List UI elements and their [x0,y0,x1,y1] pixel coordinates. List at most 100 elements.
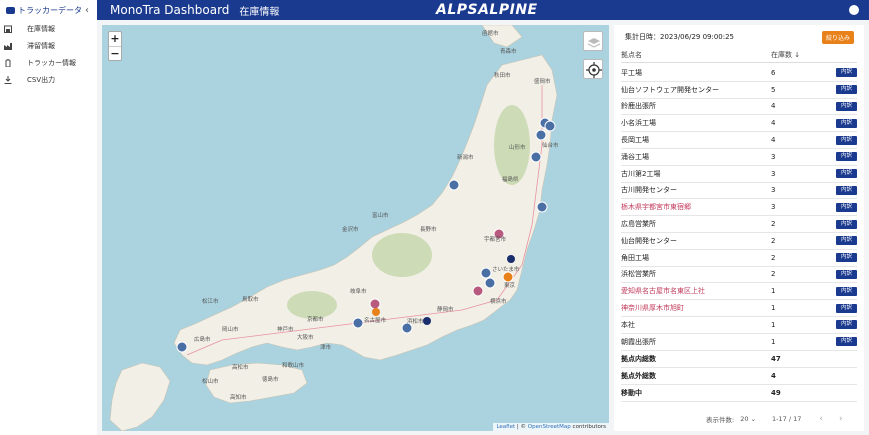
sidebar-header-label: トラッカーデータ [18,5,82,15]
map-marker[interactable] [352,317,364,329]
leaflet-link[interactable]: Leaflet [496,424,515,430]
attribution-separator: | © [515,424,528,430]
table-row: 浜松営業所 2 内訳 [621,267,857,284]
sidebar-item-inventory[interactable]: 在庫情報 [0,20,97,37]
column-header-name[interactable]: 拠点名 [621,50,771,60]
location-name: 仙台開発センター [621,236,677,245]
sidebar-item-tracker[interactable]: トラッカー情報 [0,54,97,71]
detail-button[interactable]: 内訳 [836,85,857,95]
detail-button[interactable]: 内訳 [836,219,857,229]
map-marker[interactable] [535,129,547,141]
table-row: 広島営業所 2 内訳 [621,216,857,233]
location-name: 朝霞出張所 [621,337,656,346]
map-label: 岡山市 [222,327,239,333]
map-label: 松山市 [202,379,219,385]
summary-value: 49 [771,388,781,397]
detail-button[interactable]: 内訳 [836,303,857,313]
map-label: 高松市 [232,365,249,371]
summary-label: 拠点内総数 [621,354,656,363]
locate-button[interactable] [583,59,603,79]
map-marker[interactable] [530,151,542,163]
detail-button[interactable]: 内訳 [836,101,857,111]
map-marker[interactable] [369,298,381,310]
factory-icon [4,42,12,50]
detail-button[interactable]: 内訳 [836,236,857,246]
map[interactable]: 青森市 秋田市 盛岡市 山形市 仙台市 新潟市 福島県 長野市 富山市 金沢市 … [102,25,609,431]
sidebar-item-retention[interactable]: 滞留情報 [0,37,97,54]
detail-button[interactable]: 内訳 [836,152,857,162]
account-icon[interactable] [849,5,859,15]
location-name: 古川開発センター [621,186,677,195]
detail-button[interactable]: 内訳 [836,286,857,296]
sidebar-header[interactable]: トラッカーデータ ‹ [0,0,97,20]
summary-label: 移動中 [621,388,642,397]
location-name: 古川第2工場 [621,169,661,178]
map-label: 富山市 [372,213,389,219]
detail-button[interactable]: 内訳 [836,253,857,263]
detail-button[interactable]: 内訳 [836,169,857,179]
crosshair-icon [586,62,602,78]
map-label: 福島県 [502,177,519,183]
detail-button[interactable]: 内訳 [836,68,857,78]
map-label: 松江市 [202,299,219,305]
stock-count: 3 [771,152,776,161]
map-marker[interactable] [423,317,431,325]
map-label: 横浜市 [490,299,507,305]
map-marker[interactable] [507,255,515,263]
table-row: 愛知県名古屋市名東区上社 1 内訳 [621,283,857,301]
chevron-left-icon[interactable]: ‹ [85,5,89,16]
rows-per-page-value: 20 [740,415,749,423]
sidebar-item-csv[interactable]: CSV出力 [0,71,97,88]
map-marker[interactable] [176,341,188,353]
brand-logo: ALPSALPINE [436,2,538,18]
table-row: 神奈川県厚木市旭町 1 内訳 [621,300,857,317]
zoom-out-button[interactable]: − [109,46,121,60]
map-label: 和歌山市 [282,363,305,369]
filter-button[interactable]: 絞り込み [821,31,854,44]
layers-button[interactable] [583,31,603,51]
detail-button[interactable]: 内訳 [836,202,857,212]
rows-per-page-select[interactable]: 20 ⌄ [740,415,756,423]
map-marker[interactable] [536,201,548,213]
summary-label: 拠点外総数 [621,371,656,380]
stock-count: 4 [771,102,776,111]
land-shikoku [205,362,308,404]
detail-button[interactable]: 内訳 [836,269,857,279]
map-marker[interactable] [372,308,380,316]
column-header-count[interactable]: 在庫数 ↓ [771,50,800,60]
detail-button[interactable]: 内訳 [836,185,857,195]
stock-count: 3 [771,203,776,212]
table-row: 仙台開発センター 2 内訳 [621,233,857,250]
stock-count: 1 [771,287,776,296]
map-marker[interactable] [448,179,460,191]
map-marker[interactable] [484,277,496,289]
location-name: 涌谷工場 [621,152,649,161]
map-marker[interactable] [480,267,492,279]
map-label: 大阪市 [297,335,314,341]
summary-value: 4 [771,371,776,380]
stock-count: 1 [771,337,776,346]
warehouse-icon [4,25,12,33]
map-marker[interactable] [472,285,484,297]
sidebar-item-label: 滞留情報 [27,41,55,50]
table-row: 古川開発センター 3 内訳 [621,183,857,200]
forest-area [372,233,432,277]
location-name: 広島営業所 [621,220,656,229]
map-marker[interactable] [544,120,556,132]
map-label: 徳島市 [262,377,279,383]
prev-page-icon[interactable]: ‹ [819,414,823,424]
zoom-in-button[interactable]: + [109,32,121,46]
detail-button[interactable]: 内訳 [836,135,857,145]
detail-button[interactable]: 内訳 [836,320,857,330]
detail-button[interactable]: 内訳 [836,118,857,128]
sidebar: トラッカーデータ ‹ 在庫情報 滞留情報 トラッカー情報 CSV出力 [0,0,97,435]
detail-button[interactable]: 内訳 [836,337,857,347]
map-label: 山形市 [509,145,526,151]
table-row: 涌谷工場 3 内訳 [621,149,857,166]
aggregation-timestamp: 集計日時：2023/06/29 09:00:25 [625,33,735,41]
next-page-icon[interactable]: › [839,414,843,424]
inventory-table: 平工場 6 内訳 仙台ソフトウェア開発センター 5 内訳 鈴鹿出張所 4 内訳 小名浜工場 4… [621,65,857,402]
map-label: 鳥取市 [242,297,259,303]
osm-link[interactable]: OpenStreetMap [528,424,571,430]
table-row: 古川第2工場 3 内訳 [621,166,857,183]
